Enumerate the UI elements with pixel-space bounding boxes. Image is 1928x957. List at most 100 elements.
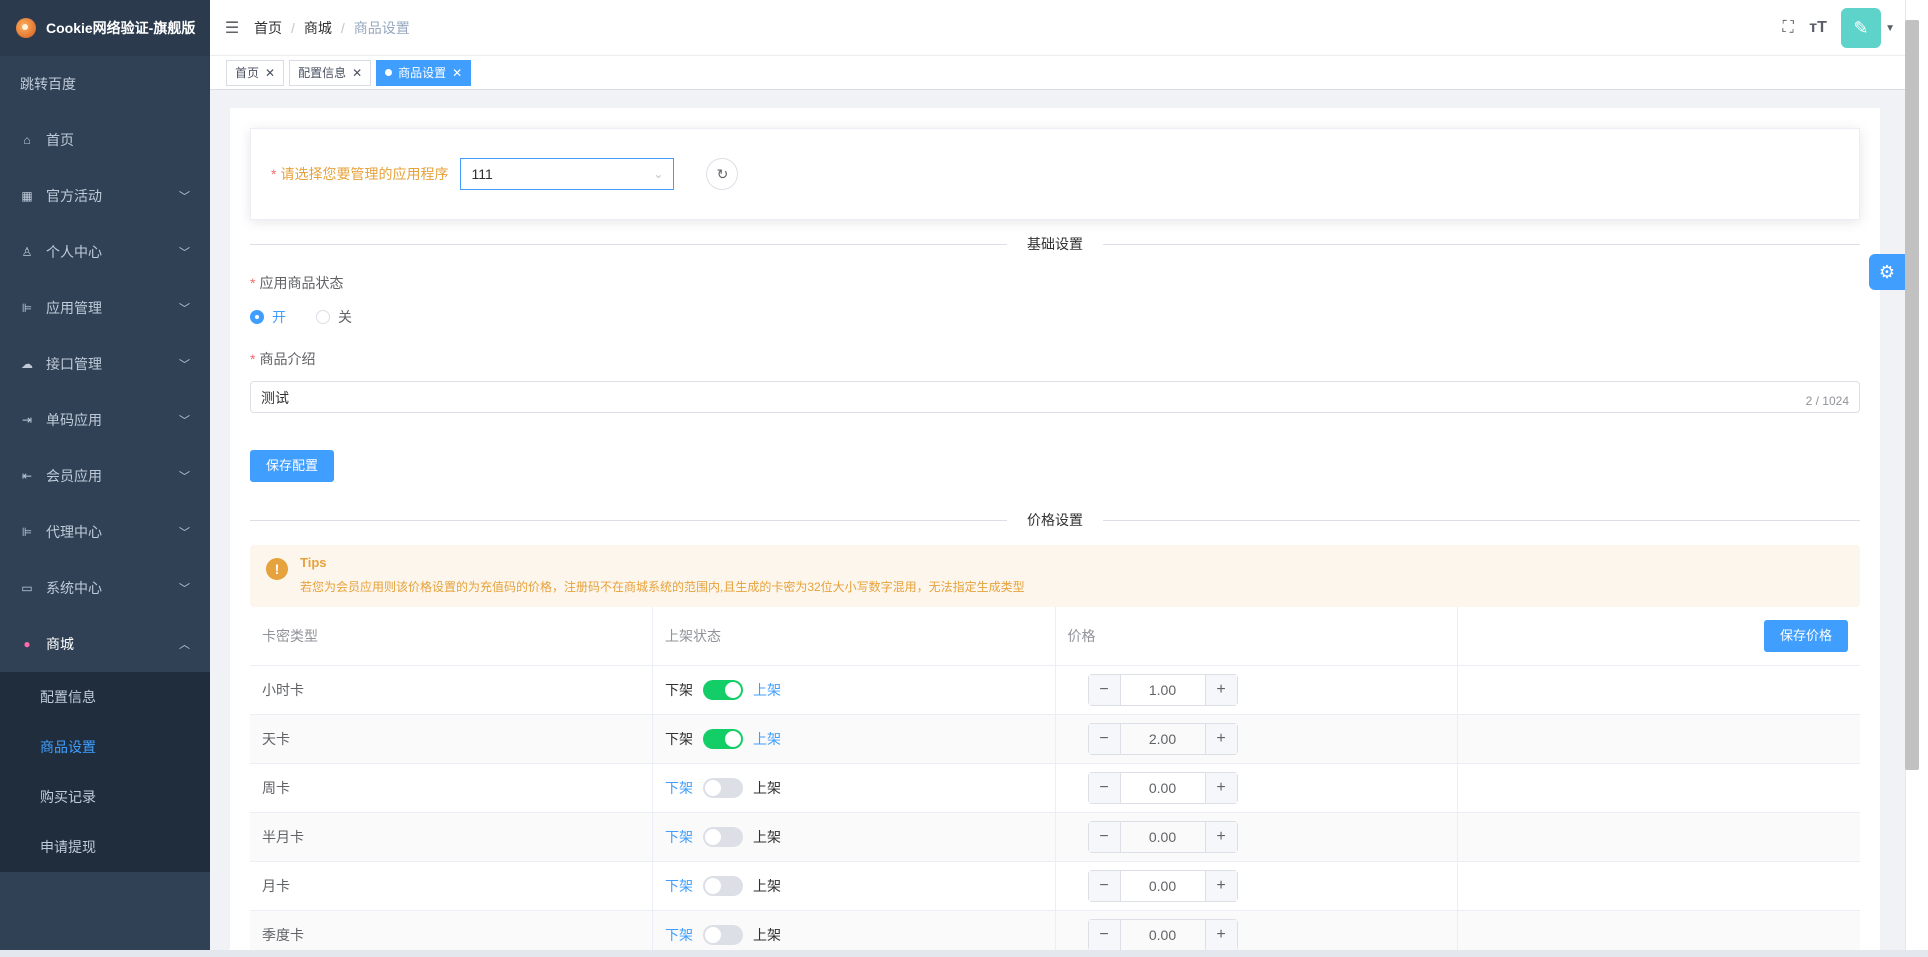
status-cell: 下架 上架: [652, 861, 1056, 911]
logo[interactable]: Cookie网络验证-旗舰版: [0, 0, 210, 56]
price-input[interactable]: 0.00: [1121, 871, 1205, 901]
plus-icon[interactable]: +: [1204, 919, 1237, 950]
table-row: 月卡 下架 上架 −0.00 +: [250, 861, 1860, 911]
sidebar-item-2[interactable]: ♙ 个人中心 ﹀: [0, 224, 210, 280]
chevron-up-icon: ︿: [179, 639, 190, 651]
on-label: 上架: [753, 779, 781, 796]
table-row: 小时卡 下架 上架 −1.00 +: [250, 665, 1860, 715]
sidebar-item-label: 应用管理: [46, 300, 102, 316]
sidebar-item-jump[interactable]: 跳转百度: [0, 56, 210, 112]
chevron-down-icon: ﹀: [179, 415, 190, 427]
tag-config[interactable]: 配置信息 ✕: [289, 59, 372, 86]
logo-icon: [16, 18, 36, 38]
user-icon: ♙: [21, 245, 33, 259]
sidebar-item-label: 官方活动: [46, 188, 102, 204]
intro-value: 测试: [261, 390, 289, 406]
status-cell: 下架 上架: [652, 763, 1056, 813]
status-switch[interactable]: [703, 924, 743, 945]
sidebar-item-9[interactable]: ● 商城 ︿: [0, 616, 210, 672]
price-input[interactable]: 0.00: [1121, 773, 1205, 803]
status-switch[interactable]: [703, 728, 743, 749]
minus-icon[interactable]: −: [1088, 772, 1121, 803]
settings-button[interactable]: ⚙: [1869, 254, 1905, 290]
chevron-down-icon: ﹀: [179, 471, 190, 483]
sidebar-item-label: 单码应用: [46, 412, 102, 428]
plus-icon[interactable]: +: [1204, 870, 1237, 901]
sidebar-item-3[interactable]: ⊫ 应用管理 ﹀: [0, 280, 210, 336]
close-icon[interactable]: ✕: [352, 61, 362, 85]
off-label: 下架: [665, 926, 693, 943]
sidebar-item-8[interactable]: ▭ 系统中心 ﹀: [0, 560, 210, 616]
table-row: 周卡 下架 上架 −0.00 +: [250, 763, 1860, 813]
hamburger-icon[interactable]: ☰: [210, 18, 254, 38]
price-input[interactable]: 0.00: [1121, 822, 1205, 852]
tips-alert: ! Tips 若您为会员应用则该价格设置的为充值码的价格，注册码不在商城系统的范…: [250, 545, 1860, 607]
sidebar-item-5[interactable]: ⇥ 单码应用 ﹀: [0, 392, 210, 448]
plus-icon[interactable]: +: [1204, 821, 1237, 852]
status-switch[interactable]: [703, 875, 743, 896]
plus-icon[interactable]: +: [1204, 723, 1237, 754]
sidebar-item-1[interactable]: ▦ 官方活动 ﹀: [0, 168, 210, 224]
tree-icon: ⊫: [21, 525, 33, 539]
radio-off[interactable]: 关: [316, 307, 352, 327]
gear-icon: ⚙: [1878, 261, 1896, 282]
intro-textarea[interactable]: 测试 2 / 1024: [250, 381, 1860, 413]
chevron-down-icon: ﹀: [179, 247, 190, 259]
status-switch[interactable]: [703, 679, 743, 700]
app-select[interactable]: 111 ⌄: [460, 158, 675, 190]
breadcrumb-shop[interactable]: 商城: [304, 18, 332, 38]
submenu-item-3[interactable]: 申请提现: [0, 822, 210, 872]
sidebar-item-label: 系统中心: [46, 580, 102, 596]
radio-label: 关: [338, 309, 352, 325]
tips-title: Tips: [300, 555, 327, 570]
card-type: 天卡: [250, 714, 653, 764]
minus-icon[interactable]: −: [1088, 919, 1121, 950]
minus-icon[interactable]: −: [1088, 870, 1121, 901]
caret-down-icon[interactable]: ▼: [1885, 23, 1895, 34]
submenu-item-0[interactable]: 配置信息: [0, 672, 210, 722]
sidebar-item-label: 会员应用: [46, 468, 102, 484]
plus-icon[interactable]: +: [1204, 772, 1237, 803]
minus-icon[interactable]: −: [1088, 674, 1121, 705]
plus-icon[interactable]: +: [1204, 674, 1237, 705]
price-stepper: −0.00 +: [1087, 918, 1238, 951]
minus-icon[interactable]: −: [1088, 723, 1121, 754]
price-input[interactable]: 1.00: [1121, 675, 1205, 705]
refresh-button[interactable]: ↻: [706, 158, 739, 190]
horizontal-scrollbar[interactable]: [0, 950, 1928, 957]
price-input[interactable]: 0.00: [1121, 920, 1205, 950]
price-table: 卡密类型 上架状态 价格 保存价格 小时卡 下架 上架 −1.00 + 天卡 下架 上架 −2.…: [250, 607, 1860, 957]
avatar[interactable]: ✎: [1841, 8, 1882, 48]
minus-icon[interactable]: −: [1088, 821, 1121, 852]
table-row: 半月卡 下架 上架 −0.00 +: [250, 812, 1860, 862]
price-input[interactable]: 2.00: [1121, 724, 1205, 754]
sidebar-item-0[interactable]: ⌂ 首页: [0, 112, 210, 168]
status-switch[interactable]: [703, 777, 743, 798]
column-header: 价格: [1055, 607, 1458, 666]
sidebar-item-7[interactable]: ⊫ 代理中心 ﹀: [0, 504, 210, 560]
chevron-down-icon: ﹀: [179, 359, 190, 371]
basic-settings-divider: 基础设置: [250, 234, 1860, 254]
empty-cell: [1457, 665, 1860, 715]
off-label: 下架: [665, 730, 693, 747]
content-card: * 请选择您要管理的应用程序 111 ⌄ ↻ 基础设置 * 应用商品状态 开 关 *…: [230, 108, 1880, 957]
card-type: 月卡: [250, 861, 653, 911]
shop-icon: ●: [23, 637, 31, 651]
submenu-item-1[interactable]: 商品设置: [0, 722, 210, 772]
fullscreen-icon[interactable]: ⛶: [1773, 19, 1803, 37]
sidebar-item-label: 代理中心: [46, 524, 102, 540]
radio-on[interactable]: 开: [250, 307, 286, 327]
close-icon[interactable]: ✕: [452, 61, 462, 85]
submenu-item-2[interactable]: 购买记录: [0, 772, 210, 822]
breadcrumb-home[interactable]: 首页: [254, 18, 282, 38]
save-price-button[interactable]: 保存价格: [1763, 619, 1848, 652]
save-config-button[interactable]: 保存配置: [250, 450, 335, 482]
tag-home[interactable]: 首页 ✕: [226, 59, 285, 86]
font-size-icon[interactable]: тT: [1803, 19, 1833, 37]
close-icon[interactable]: ✕: [265, 61, 275, 85]
tag-product-settings[interactable]: 商品设置 ✕: [376, 59, 472, 86]
status-switch[interactable]: [703, 826, 743, 847]
sidebar-item-6[interactable]: ⇤ 会员应用 ﹀: [0, 448, 210, 504]
sidebar-item-4[interactable]: ☁ 接口管理 ﹀: [0, 336, 210, 392]
scrollbar[interactable]: [1905, 20, 1919, 770]
